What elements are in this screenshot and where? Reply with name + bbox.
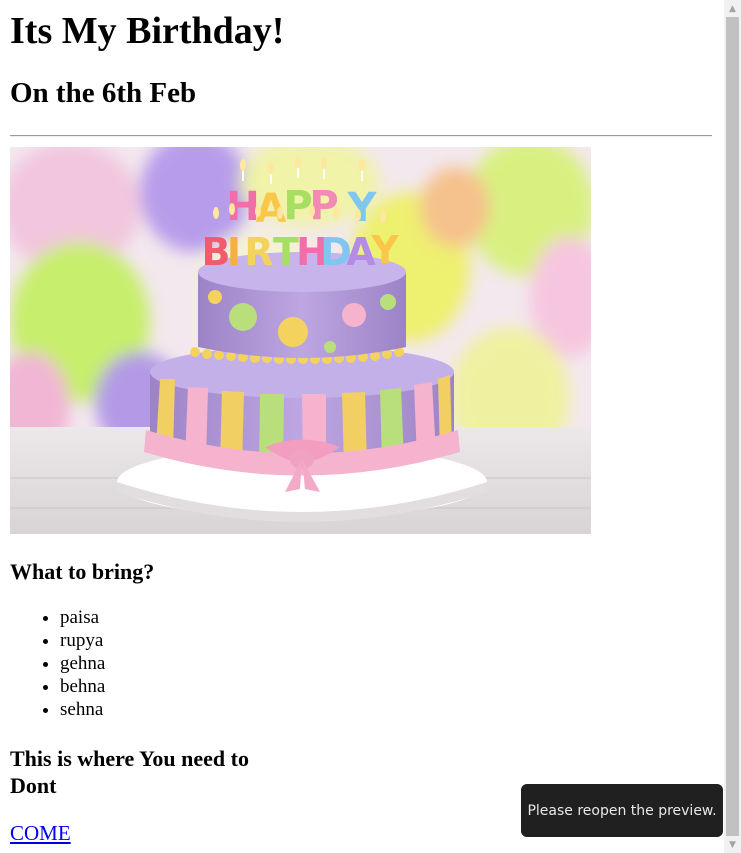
list-item: paisa	[60, 606, 712, 629]
svg-text:Y: Y	[347, 185, 378, 231]
scrollbar-thumb[interactable]	[726, 17, 739, 836]
toast-message: Please reopen the preview.	[527, 802, 717, 819]
list-item: gehna	[60, 652, 712, 675]
birthday-cake-image: H A P P Y B I R T H D A Y	[10, 147, 591, 534]
divider	[10, 135, 712, 137]
arrow-down-icon[interactable]: ▼	[724, 836, 741, 853]
bring-heading: What to bring?	[10, 559, 155, 584]
svg-text:P: P	[309, 183, 338, 229]
page-content: Its My Birthday! On the 6th Feb H A P P …	[10, 0, 712, 845]
list-item: sehna	[60, 698, 712, 721]
svg-text:R: R	[244, 230, 273, 274]
svg-text:P: P	[283, 183, 312, 229]
where-heading: This is where You need to Dont	[10, 746, 249, 798]
vertical-scrollbar[interactable]: ▲ ▼	[724, 0, 741, 853]
svg-text:I: I	[227, 230, 241, 274]
arrow-up-icon[interactable]: ▲	[724, 0, 741, 17]
page-title: Its My Birthday!	[10, 10, 285, 52]
come-link[interactable]: COME	[10, 821, 71, 845]
bring-list: paisa rupya gehna behna sehna	[10, 606, 712, 721]
page-subtitle: On the 6th Feb	[10, 77, 197, 109]
svg-text:Y: Y	[370, 228, 399, 272]
list-item: behna	[60, 675, 712, 698]
list-item: rupya	[60, 629, 712, 652]
toast-notification: Please reopen the preview.	[521, 784, 723, 837]
